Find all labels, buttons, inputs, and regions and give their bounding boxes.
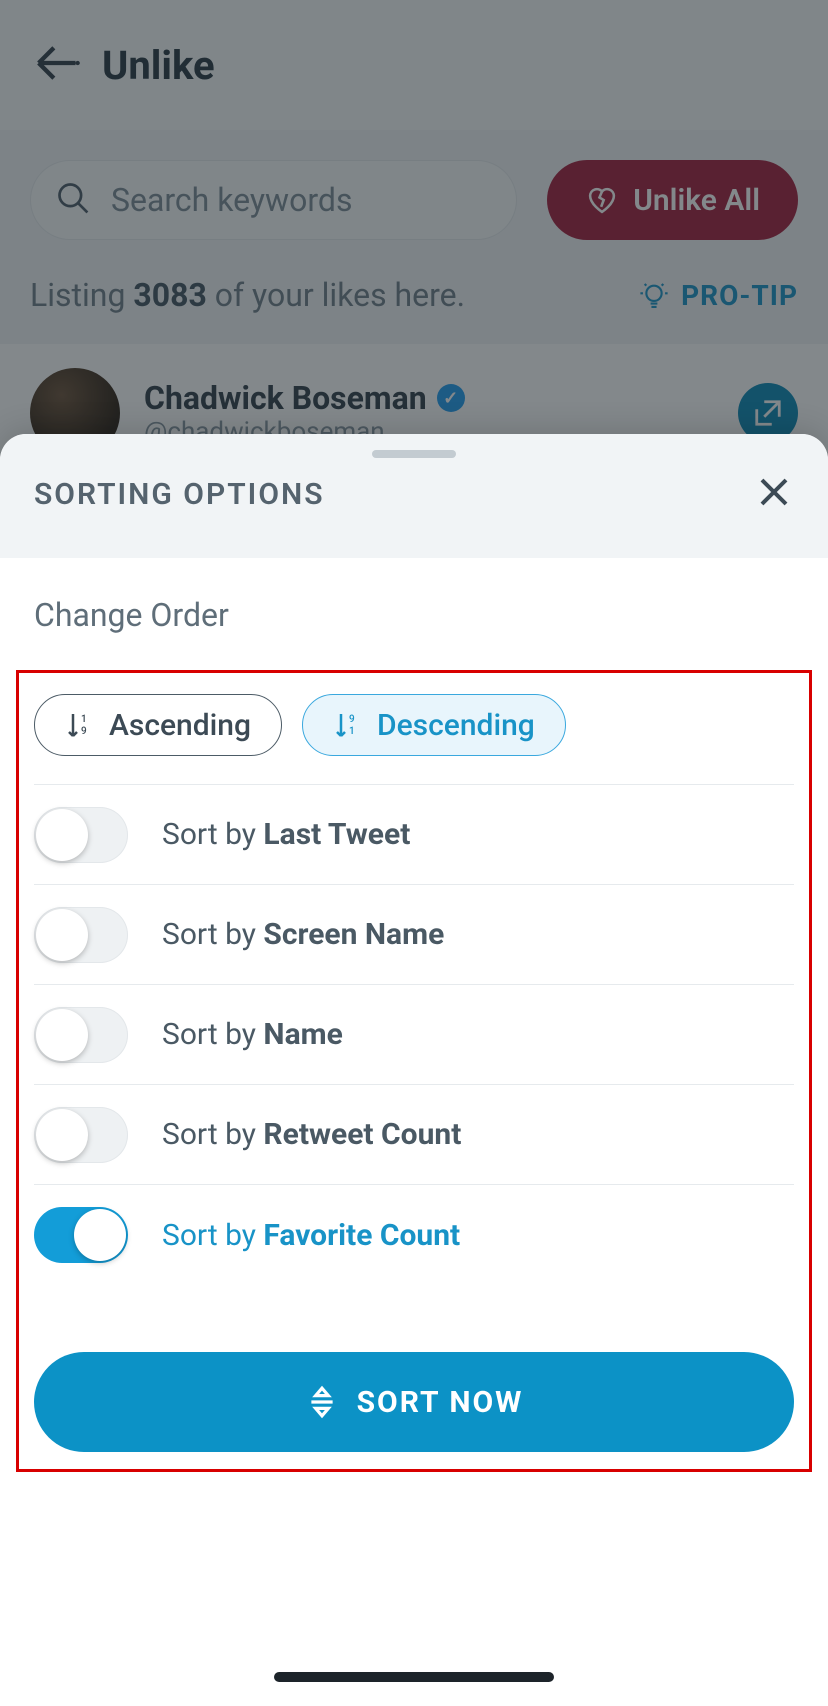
svg-text:1: 1 — [349, 726, 355, 737]
svg-text:1: 1 — [81, 714, 87, 725]
sort-row-screen-name: Sort by Screen Name — [34, 885, 794, 985]
sort-asc-icon: 1 9 — [65, 710, 95, 740]
sort-desc-icon: 9 1 — [333, 710, 363, 740]
change-order-heading: Change Order — [34, 596, 794, 634]
sort-now-label: SORT NOW — [357, 1385, 524, 1420]
toggle-last-tweet[interactable] — [34, 807, 128, 863]
sort-row-name: Sort by Name — [34, 985, 794, 1085]
sheet-title: SORTING OPTIONS — [34, 477, 325, 512]
svg-text:9: 9 — [349, 714, 355, 725]
sort-now-button[interactable]: SORT NOW — [34, 1352, 794, 1452]
sort-row-favorite-count: Sort by Favorite Count — [34, 1185, 794, 1285]
ascending-label: Ascending — [109, 708, 251, 743]
descending-chip[interactable]: 9 1 Descending — [302, 694, 566, 756]
sheet-grabber[interactable] — [372, 450, 456, 458]
sorting-options-panel: 1 9 Ascending 9 1 Descending Sort by Las… — [34, 694, 794, 1452]
sort-criteria-list: Sort by Last Tweet Sort by Screen Name S… — [34, 784, 794, 1285]
sort-icon — [305, 1385, 339, 1419]
sort-row-last-tweet: Sort by Last Tweet — [34, 785, 794, 885]
sort-row-retweet-count: Sort by Retweet Count — [34, 1085, 794, 1185]
toggle-favorite-count[interactable] — [34, 1207, 128, 1263]
close-icon[interactable] — [754, 472, 794, 516]
toggle-screen-name[interactable] — [34, 907, 128, 963]
toggle-retweet-count[interactable] — [34, 1107, 128, 1163]
toggle-name[interactable] — [34, 1007, 128, 1063]
ascending-chip[interactable]: 1 9 Ascending — [34, 694, 282, 756]
home-indicator[interactable] — [274, 1672, 554, 1682]
svg-text:9: 9 — [81, 726, 87, 737]
descending-label: Descending — [377, 708, 535, 743]
